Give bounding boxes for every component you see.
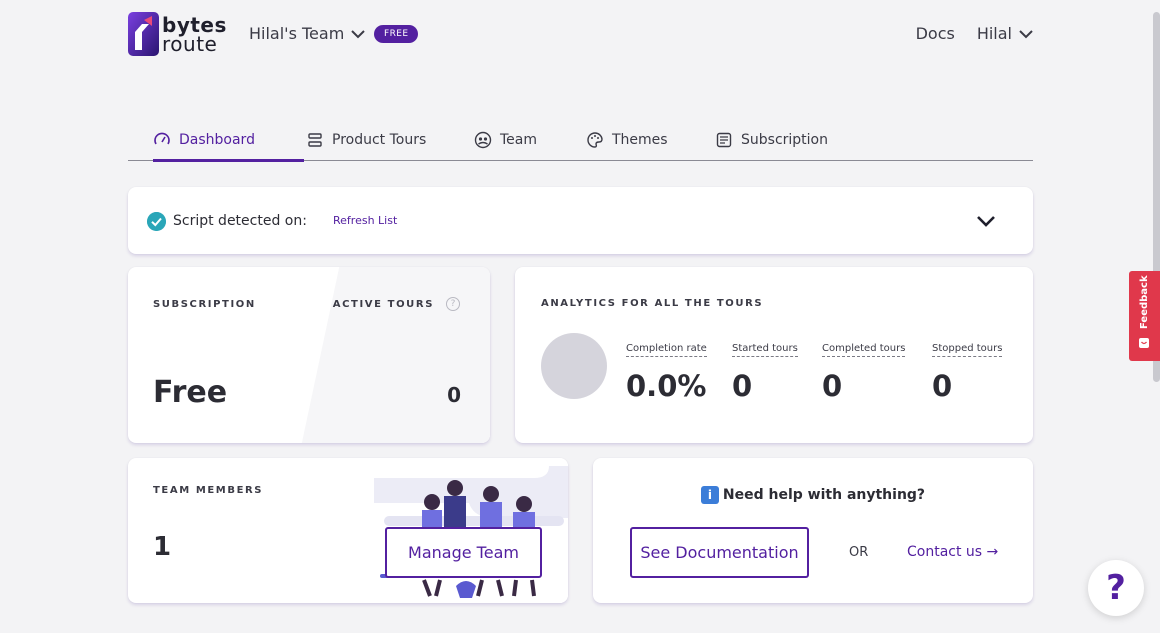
subscription-plan: Free: [153, 375, 228, 410]
route-icon: [308, 133, 322, 147]
receipt-icon: [716, 132, 732, 148]
team-switcher[interactable]: Hilal's Team: [249, 24, 366, 43]
subscription-card: SUBSCRIPTION ACTIVE TOURS ? Free 0: [128, 267, 490, 443]
analytics-donut: [541, 333, 607, 399]
tab-subscription[interactable]: Subscription: [715, 120, 828, 160]
manage-team-button[interactable]: Manage Team: [385, 527, 542, 578]
chevron-down-icon[interactable]: [975, 213, 997, 229]
info-icon: i: [700, 486, 719, 504]
help-card: i Need help with anything? See Documenta…: [593, 458, 1033, 603]
tab-themes[interactable]: Themes: [586, 120, 668, 160]
help-fab-button[interactable]: ?: [1088, 560, 1144, 616]
team-members-card: TEAM MEMBERS 1 Manage Team: [128, 458, 568, 603]
analytics-card: ANALYTICS FOR ALL THE TOURS Completion r…: [515, 267, 1033, 443]
main-tabs: Dashboard Product Tours Team Themes Subs…: [128, 120, 1033, 162]
team-members-count: 1: [153, 532, 172, 562]
tab-label: Themes: [612, 132, 668, 148]
metric-value: 0.0%: [626, 369, 707, 403]
gauge-icon: [154, 132, 170, 145]
or-label: OR: [849, 545, 869, 560]
team-name: Hilal's Team: [249, 24, 345, 43]
script-detected-label: Script detected on:: [173, 213, 307, 229]
team-icon: [474, 131, 492, 149]
metric-completion-rate: Completion rate 0.0%: [626, 336, 707, 403]
metric-completed-tours: Completed tours 0: [822, 336, 906, 403]
logo-word-bottom: route: [162, 32, 218, 56]
tab-dashboard[interactable]: Dashboard: [153, 120, 304, 162]
metric-started-tours: Started tours 0: [732, 336, 798, 403]
card-sheen: [294, 267, 490, 443]
top-right-nav: Docs Hilal: [916, 24, 1034, 43]
feedback-tab[interactable]: Feedback: [1129, 271, 1160, 361]
see-documentation-button[interactable]: See Documentation: [630, 527, 809, 578]
tab-label: Team: [500, 132, 538, 148]
team-members-label: TEAM MEMBERS: [153, 485, 264, 496]
tab-label: Product Tours: [332, 132, 427, 148]
metric-stopped-tours: Stopped tours 0: [932, 336, 1003, 403]
palette-icon: [587, 132, 603, 148]
help-title: Need help with anything?: [722, 487, 926, 503]
refresh-list-link[interactable]: Refresh List: [333, 214, 397, 227]
metric-label[interactable]: Started tours: [732, 343, 798, 357]
active-tours-value: 0: [447, 383, 461, 407]
user-name: Hilal: [976, 24, 1012, 43]
feedback-label: Feedback: [1139, 275, 1150, 329]
help-circle-icon[interactable]: ?: [446, 297, 460, 311]
metric-value: 0: [932, 369, 953, 403]
tab-label: Dashboard: [179, 132, 255, 148]
user-menu[interactable]: Hilal: [977, 24, 1034, 43]
tab-label: Subscription: [741, 132, 828, 148]
tab-product-tours[interactable]: Product Tours: [306, 120, 426, 160]
check-circle-icon: [147, 212, 166, 231]
contact-us-link[interactable]: Contact us →: [907, 544, 998, 560]
analytics-title: ANALYTICS FOR ALL THE TOURS: [541, 298, 764, 309]
metric-value: 0: [822, 369, 843, 403]
chevron-down-icon: [1019, 29, 1033, 38]
plan-badge: FREE: [374, 25, 419, 43]
script-detected-card: Script detected on: Refresh List: [128, 187, 1033, 254]
metric-value: 0: [732, 369, 753, 403]
tab-team[interactable]: Team: [474, 120, 537, 160]
bytesroute-logo[interactable]: bytes route: [128, 12, 226, 58]
metric-label[interactable]: Completion rate: [626, 343, 707, 357]
help-title-row: i Need help with anything?: [593, 486, 1033, 504]
metric-label[interactable]: Completed tours: [822, 343, 906, 357]
logo-mark-icon: [128, 12, 159, 56]
metric-label[interactable]: Stopped tours: [932, 343, 1003, 357]
chevron-down-icon: [351, 29, 365, 38]
active-tours-label: ACTIVE TOURS: [332, 299, 434, 310]
subscription-label: SUBSCRIPTION: [153, 299, 256, 310]
docs-link[interactable]: Docs: [916, 24, 955, 43]
feedback-icon: [1139, 338, 1149, 348]
